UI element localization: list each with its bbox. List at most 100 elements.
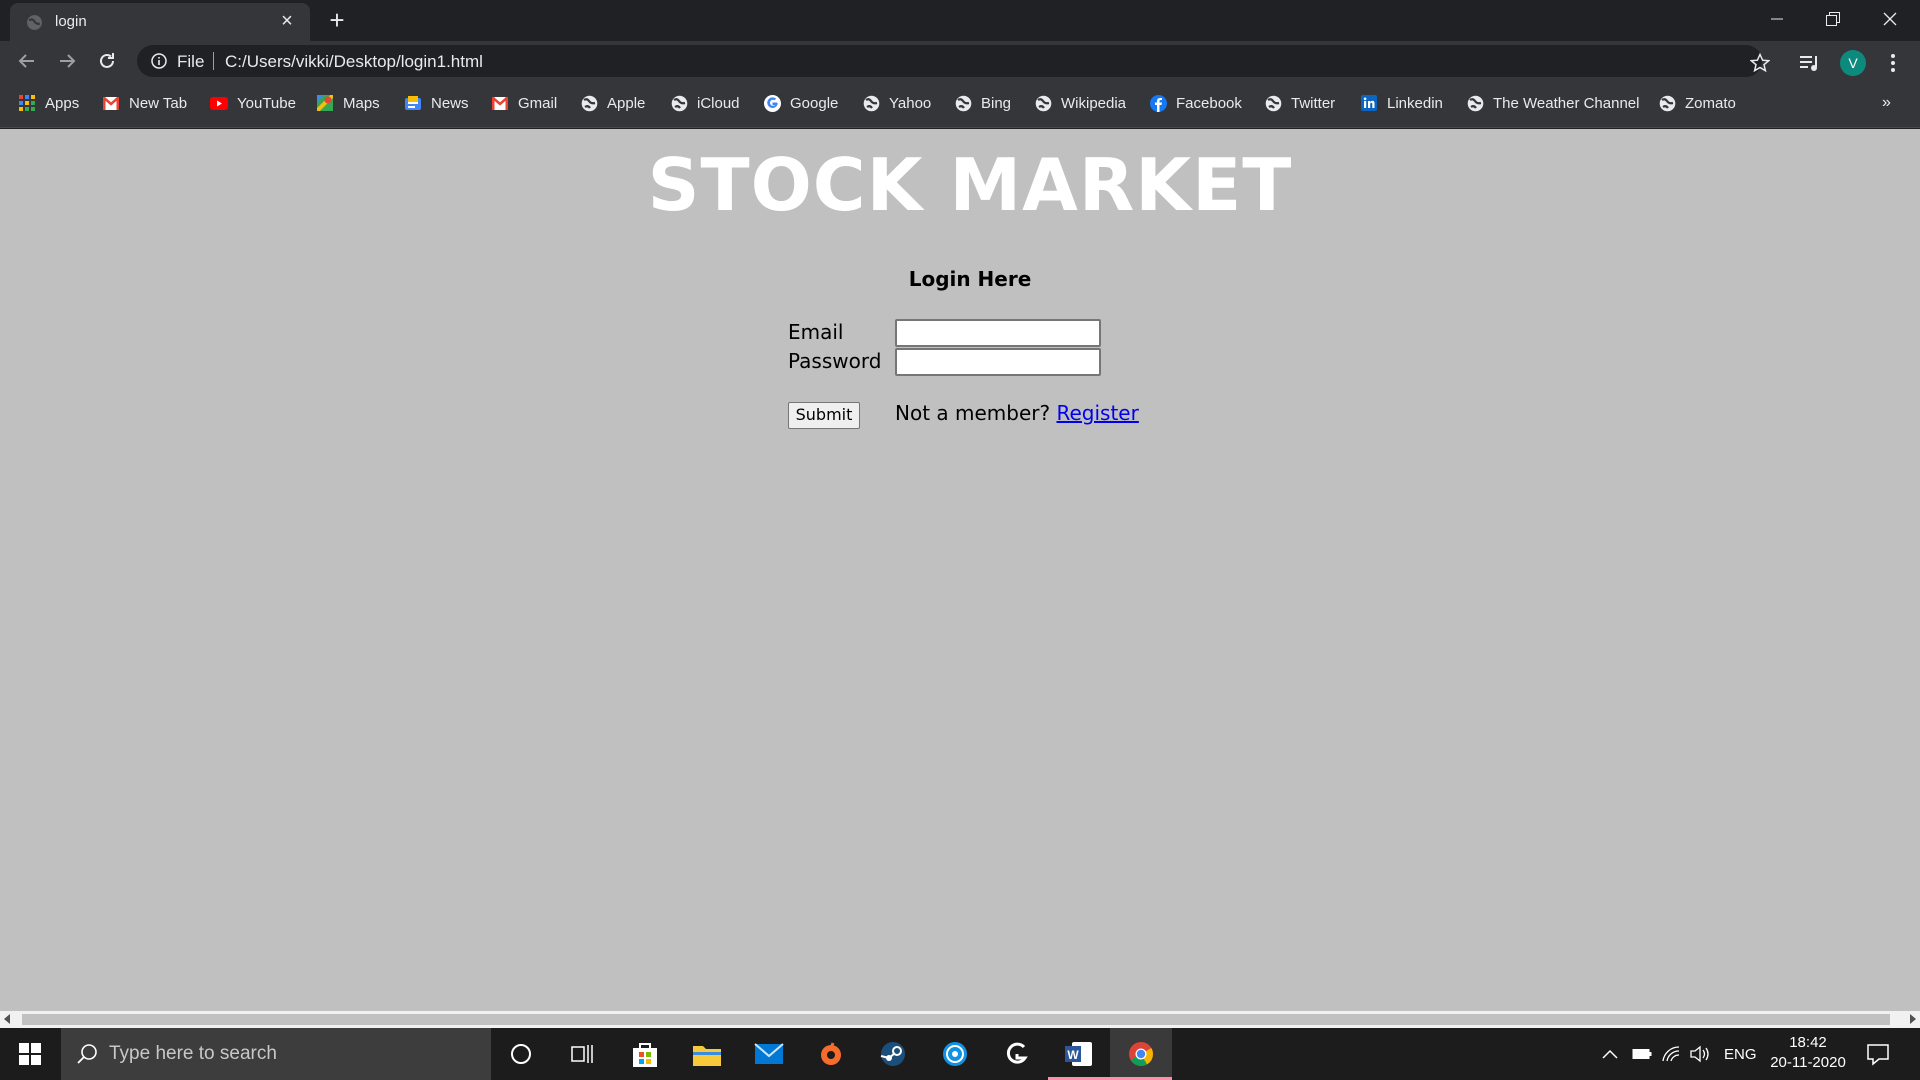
taskbar-store[interactable]: [614, 1028, 676, 1080]
clock[interactable]: 18:42 20-11-2020: [1765, 1033, 1851, 1073]
chrome-icon: [1129, 1042, 1153, 1067]
maps-icon: [316, 94, 334, 112]
bookmark-star-icon[interactable]: [1750, 53, 1770, 73]
taskbar-uplay[interactable]: [924, 1028, 986, 1080]
show-hidden-icons[interactable]: [1602, 1028, 1618, 1080]
globe-icon: [580, 94, 598, 112]
scroll-left-icon[interactable]: [4, 1014, 10, 1024]
close-icon: [1883, 12, 1897, 26]
media-control-icon[interactable]: [1799, 53, 1821, 73]
search-icon: [77, 1044, 97, 1064]
bookmark-apps[interactable]: Apps: [18, 91, 79, 115]
bookmark-label: Twitter: [1291, 94, 1336, 112]
not-member-text: Not a member?: [895, 401, 1057, 425]
bookmark-yahoo[interactable]: Yahoo: [862, 91, 931, 115]
bookmark-facebook[interactable]: Facebook: [1149, 91, 1242, 115]
globe-icon: [1466, 94, 1484, 112]
globe-icon: [1034, 94, 1052, 112]
bookmark-youtube[interactable]: YouTube: [210, 91, 296, 115]
password-label: Password: [788, 349, 882, 373]
svg-text:W: W: [1067, 1048, 1079, 1062]
volume-control[interactable]: [1690, 1028, 1712, 1080]
close-window-button[interactable]: [1862, 0, 1918, 38]
close-tab-icon[interactable]: ×: [276, 10, 298, 32]
bookmark-bing[interactable]: Bing: [954, 91, 1011, 115]
reload-icon: [100, 53, 114, 68]
info-icon[interactable]: [151, 53, 167, 69]
word-icon: W: [1065, 1042, 1092, 1066]
taskbar-file-explorer[interactable]: [676, 1028, 738, 1080]
profile-avatar[interactable]: V: [1840, 50, 1866, 76]
address-bar[interactable]: File C:/Users/vikki/Desktop/login1.html: [137, 45, 1762, 77]
bookmark-label: Zomato: [1685, 94, 1736, 112]
bookmark-label: YouTube: [237, 94, 296, 112]
bookmark-apple[interactable]: Apple: [580, 91, 645, 115]
bookmark-new-tab[interactable]: New Tab: [102, 91, 187, 115]
divider: [213, 52, 214, 70]
task-view-button[interactable]: [552, 1028, 614, 1080]
clock-date: 20-11-2020: [1770, 1054, 1846, 1071]
back-button[interactable]: [13, 47, 41, 75]
horizontal-scrollbar[interactable]: [0, 1011, 1920, 1028]
bookmark-news[interactable]: News: [404, 91, 469, 115]
browser-tabstrip: login × +: [0, 0, 1920, 41]
network-status[interactable]: [1662, 1028, 1680, 1080]
password-field[interactable]: [895, 348, 1101, 376]
bookmark-zomato[interactable]: Zomato: [1658, 91, 1736, 115]
cortana-button[interactable]: [490, 1028, 552, 1080]
windows-logo-icon: [19, 1043, 41, 1065]
restore-button[interactable]: [1805, 0, 1861, 38]
cortana-icon: [511, 1044, 531, 1064]
new-tab-button[interactable]: +: [322, 7, 352, 35]
bookmark-maps[interactable]: Maps: [316, 91, 380, 115]
url-text[interactable]: C:/Users/vikki/Desktop/login1.html: [225, 52, 483, 72]
language-indicator[interactable]: ENG: [1724, 1028, 1757, 1080]
bookmark-label: Linkedin: [1387, 94, 1443, 112]
taskbar-word[interactable]: W: [1048, 1028, 1110, 1080]
reload-button[interactable]: [93, 47, 121, 75]
bookmark-label: Maps: [343, 94, 380, 112]
logitech-g-icon: [1006, 1042, 1028, 1064]
bookmark-the-weather-channel[interactable]: The Weather Channel: [1466, 91, 1639, 115]
notification-center-icon[interactable]: [1866, 1042, 1890, 1066]
gmail-icon: [491, 94, 509, 112]
search-placeholder: Type here to search: [109, 1043, 277, 1064]
register-link[interactable]: Register: [1056, 401, 1138, 425]
bookmark-icloud[interactable]: iCloud: [670, 91, 740, 115]
taskbar-origin[interactable]: [800, 1028, 862, 1080]
bookmark-label: News: [431, 94, 469, 112]
steam-icon: [880, 1042, 905, 1066]
speaker-icon: [1690, 1045, 1709, 1063]
start-button[interactable]: [0, 1028, 60, 1080]
globe-icon: [1658, 94, 1676, 112]
linkedin-icon: [1360, 94, 1378, 112]
email-field[interactable]: [895, 319, 1101, 347]
taskbar-mail[interactable]: [738, 1028, 800, 1080]
taskbar-logitech[interactable]: [986, 1028, 1048, 1080]
bookmark-linkedin[interactable]: Linkedin: [1360, 91, 1443, 115]
more-vert-icon[interactable]: [1885, 53, 1901, 73]
bookmark-wikipedia[interactable]: Wikipedia: [1034, 91, 1126, 115]
google-icon: [763, 94, 781, 112]
minimize-button[interactable]: [1749, 0, 1805, 38]
globe-icon: [670, 94, 688, 112]
taskbar-search[interactable]: Type here to search: [61, 1028, 491, 1080]
page-viewport: STOCK MARKET Login Here Email Password S…: [0, 129, 1920, 1011]
bookmark-gmail[interactable]: Gmail: [491, 91, 557, 115]
minimize-icon: [1771, 18, 1783, 20]
youtube-icon: [210, 94, 228, 112]
tab-login[interactable]: login ×: [10, 3, 310, 41]
taskbar-steam[interactable]: [862, 1028, 924, 1080]
bookmark-label: Yahoo: [889, 94, 932, 112]
browser-toolbar: File C:/Users/vikki/Desktop/login1.html: [0, 41, 1920, 81]
battery-status[interactable]: [1632, 1028, 1652, 1080]
taskbar-chrome[interactable]: [1110, 1028, 1172, 1080]
scroll-right-icon[interactable]: [1910, 1014, 1916, 1024]
bookmark-twitter[interactable]: Twitter: [1264, 91, 1335, 115]
submit-button[interactable]: Submit: [788, 402, 860, 429]
more-bookmarks-button[interactable]: »: [1882, 94, 1891, 112]
scrollbar-thumb[interactable]: [22, 1014, 1890, 1025]
bookmark-google[interactable]: Google: [763, 91, 838, 115]
email-label: Email: [788, 320, 844, 344]
forward-button[interactable]: [53, 47, 81, 75]
